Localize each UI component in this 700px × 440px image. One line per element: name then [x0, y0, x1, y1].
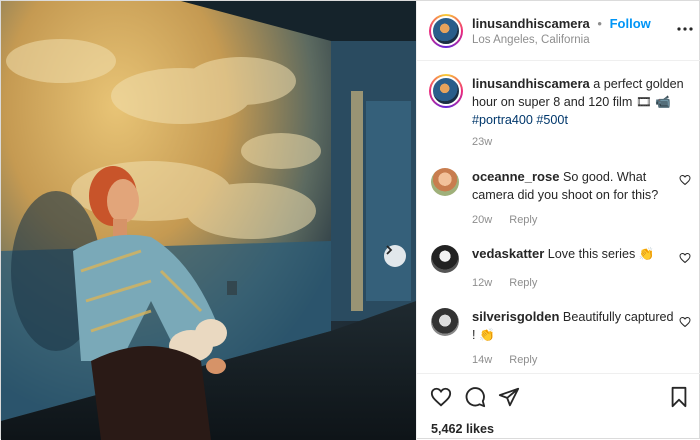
post-header: linusandhiscamera • Follow Los Angeles, …: [417, 1, 700, 61]
heart-icon[interactable]: [679, 252, 691, 264]
like-count[interactable]: 5,462 likes: [431, 422, 494, 436]
instagram-post: linusandhiscamera • Follow Los Angeles, …: [0, 0, 700, 440]
comment-username[interactable]: silverisgolden: [472, 309, 559, 324]
author-username[interactable]: linusandhiscamera: [472, 16, 590, 31]
caption-emojis: 🎞 📹: [635, 95, 671, 109]
comment-time[interactable]: 12w: [472, 277, 492, 289]
comment-silverisgolden: silverisgolden Beautifully captured ! 👏: [472, 308, 677, 344]
post-photo[interactable]: [1, 1, 416, 440]
bookmark-icon[interactable]: [668, 386, 690, 408]
chevron-right-icon: [386, 245, 393, 255]
comment-avatar[interactable]: [431, 168, 459, 196]
comment-username[interactable]: vedaskatter: [472, 246, 544, 261]
comment-icon[interactable]: [464, 386, 486, 408]
comment-avatar[interactable]: [431, 308, 459, 336]
separator-dot: •: [597, 16, 602, 31]
comment-avatar[interactable]: [431, 245, 459, 273]
comment-oceanne: oceanne_rose So good. What camera did yo…: [472, 168, 677, 204]
send-icon[interactable]: [498, 386, 520, 408]
comment-vedaskatter: vedaskatter Love this series 👏: [472, 245, 677, 263]
comment-text: Love this series 👏: [547, 247, 655, 261]
reply-button[interactable]: Reply: [509, 214, 537, 226]
comment-meta: 20w Reply: [472, 214, 551, 226]
hashtag-500t[interactable]: #500t: [536, 113, 568, 127]
heart-icon[interactable]: [679, 316, 691, 328]
follow-button[interactable]: Follow: [610, 16, 651, 31]
author-line: linusandhiscamera • Follow: [472, 16, 651, 31]
caption-meta: 23w: [472, 136, 506, 148]
caption-username[interactable]: linusandhiscamera: [472, 76, 590, 91]
next-photo-button[interactable]: [384, 245, 406, 267]
reply-button[interactable]: Reply: [509, 277, 537, 289]
photo-illustration: [1, 1, 416, 440]
more-horizontal-icon[interactable]: [675, 19, 695, 39]
author-avatar[interactable]: [429, 14, 463, 48]
comment-username[interactable]: oceanne_rose: [472, 169, 559, 184]
post-actions: 5,462 likes: [417, 373, 700, 440]
heart-icon[interactable]: [679, 174, 691, 186]
comment-meta: 14w Reply: [472, 354, 551, 366]
comment-area: linusandhiscamera a perfect golden hour …: [417, 62, 700, 372]
caption-time[interactable]: 23w: [472, 136, 492, 148]
post-location[interactable]: Los Angeles, California: [472, 34, 590, 46]
caption-avatar[interactable]: [429, 74, 463, 108]
post-sidebar: linusandhiscamera • Follow Los Angeles, …: [416, 1, 700, 440]
reply-button[interactable]: Reply: [509, 354, 537, 366]
heart-icon[interactable]: [430, 386, 452, 408]
comment-time[interactable]: 20w: [472, 214, 492, 226]
comment-time[interactable]: 14w: [472, 354, 492, 366]
caption: linusandhiscamera a perfect golden hour …: [472, 75, 690, 129]
comment-meta: 12w Reply: [472, 277, 551, 289]
hashtag-portra400[interactable]: #portra400: [472, 113, 533, 127]
